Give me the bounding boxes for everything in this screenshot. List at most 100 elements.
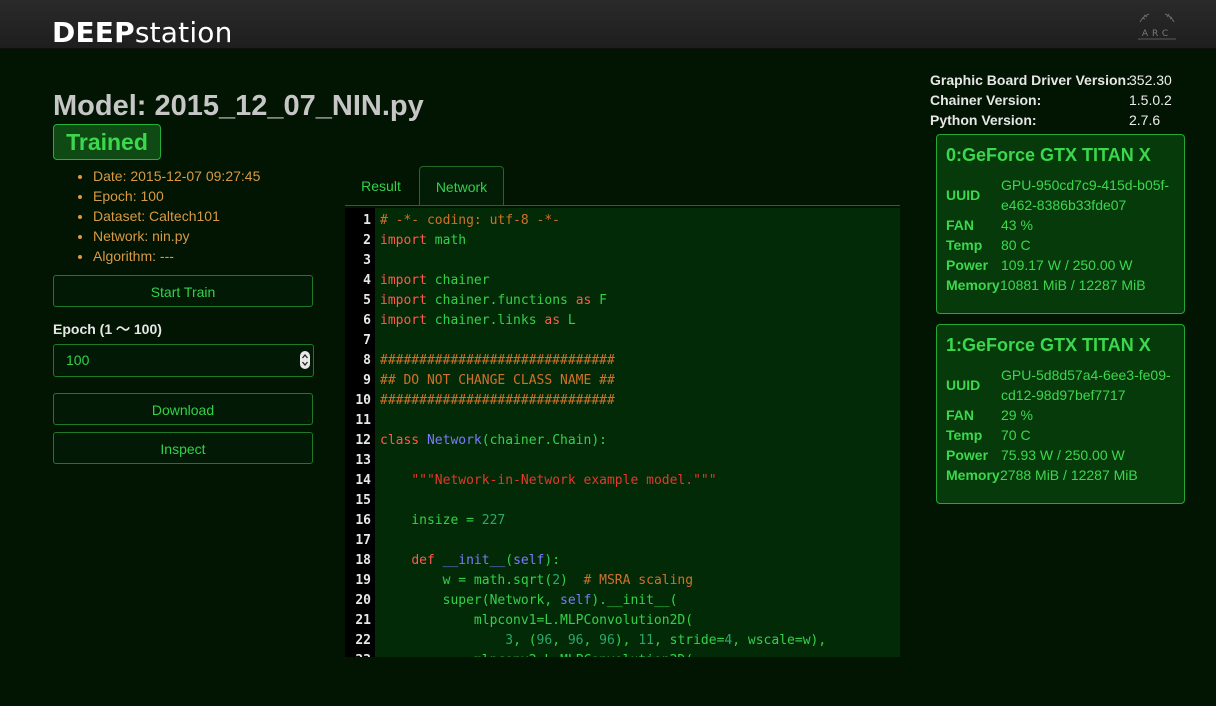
gpu-uuid-value: GPU-5d8d57a4-6ee3-fe09-cd12-98d97bef7717 bbox=[1001, 367, 1171, 403]
code-line: 9 ## DO NOT CHANGE CLASS NAME ## bbox=[345, 371, 900, 391]
line-number: 1 bbox=[363, 213, 371, 228]
code-token-number: 96 bbox=[599, 633, 615, 648]
code-line: 14 """Network-in-Network example model."… bbox=[345, 471, 900, 491]
gpu-uuid-row: UUID GPU-950cd7c9-415d-b05f-e462-8386b33… bbox=[946, 175, 1178, 215]
driver-version-row: Graphic Board Driver Version: 352.30 bbox=[930, 70, 1190, 90]
gpu-fan-value: 29 % bbox=[1001, 407, 1033, 423]
code-line: 23 mlpconv2=L.MLPConvolution2D( bbox=[345, 651, 900, 657]
line-number: 20 bbox=[355, 593, 371, 608]
gpu-fan-value: 43 % bbox=[1001, 217, 1033, 233]
epoch-label: Epoch (1 〜 100) bbox=[53, 321, 162, 337]
code-token-plain: chainer bbox=[426, 273, 490, 288]
code-text: mlpconv1=L.MLPConvolution2D( bbox=[380, 611, 693, 631]
gpu-title: 0:GeForce GTX TITAN X bbox=[946, 145, 1151, 165]
line-number: 13 bbox=[355, 453, 371, 468]
code-token-number: 2 bbox=[552, 573, 561, 588]
line-number: 19 bbox=[355, 573, 371, 588]
tab-network[interactable]: Network bbox=[419, 166, 504, 206]
code-token-comment: # -*- coding: utf-8 -*- bbox=[380, 213, 561, 228]
line-number: 15 bbox=[355, 493, 371, 508]
page-title: Model: 2015_12_07_NIN.py bbox=[53, 90, 424, 122]
model-info-list: Date: 2015-12-07 09:27:45 Epoch: 100 Dat… bbox=[73, 166, 260, 266]
start-train-button[interactable]: Start Train bbox=[53, 275, 313, 307]
code-editor[interactable]: 1 # -*- coding: utf-8 -*- 2 import math 3 4 im… bbox=[345, 208, 900, 657]
code-token-keyword: import bbox=[380, 233, 427, 248]
code-line: 22 3, (96, 96, 96), 11, stride=4, wscale… bbox=[345, 631, 900, 651]
gpu-temp-label: Temp bbox=[946, 237, 983, 253]
line-number: 12 bbox=[355, 433, 371, 448]
status-badge: Trained bbox=[53, 124, 161, 160]
info-algorithm: Algorithm: --- bbox=[93, 246, 260, 266]
code-token-string: """Network-in-Network example model.""" bbox=[411, 473, 717, 488]
code-token-plain: chainer.functions bbox=[426, 293, 576, 308]
inspect-button[interactable]: Inspect bbox=[53, 432, 313, 464]
tab-divider bbox=[345, 205, 900, 206]
code-token-plain: (chainer.Chain): bbox=[481, 433, 607, 448]
python-version-label: Python Version: bbox=[930, 112, 1037, 128]
code-line: 18 def __init__(self): bbox=[345, 551, 900, 571]
code-line: 13 bbox=[345, 451, 900, 471]
code-line: 16 insize = 227 bbox=[345, 511, 900, 531]
spinner-arrows-icon[interactable] bbox=[300, 351, 310, 369]
info-epoch: Epoch: 100 bbox=[93, 186, 260, 206]
code-token-plain: ( bbox=[505, 553, 514, 568]
code-line: 8 ############################## bbox=[345, 351, 900, 371]
code-token-keyword: import bbox=[380, 273, 427, 288]
code-token-comment: ## DO NOT CHANGE CLASS NAME ## bbox=[380, 373, 615, 388]
code-token-keyword: as bbox=[544, 313, 561, 328]
tab-result[interactable]: Result bbox=[345, 166, 417, 206]
brand-bold: DEEP bbox=[52, 16, 135, 49]
gpu-memory-label: Memory bbox=[946, 467, 1000, 483]
code-token-class: Network bbox=[426, 433, 482, 448]
code-line: 2 import math bbox=[345, 231, 900, 251]
gpu-fan-label: FAN bbox=[946, 217, 974, 233]
epoch-input[interactable]: 100 bbox=[53, 344, 314, 377]
code-token-class: __init__ bbox=[442, 553, 506, 568]
code-text: insize = 227 bbox=[380, 511, 505, 531]
gpu-title: 1:GeForce GTX TITAN X bbox=[946, 335, 1151, 355]
code-token-plain: , bbox=[583, 633, 600, 648]
code-token-plain: ) bbox=[560, 573, 584, 588]
code-token-keyword: def bbox=[411, 553, 435, 568]
download-button[interactable]: Download bbox=[53, 393, 313, 425]
code-line: 12 class Network(chainer.Chain): bbox=[345, 431, 900, 451]
code-token-keyword: class bbox=[380, 433, 420, 448]
line-number: 22 bbox=[355, 633, 371, 648]
code-token-class: self bbox=[513, 553, 545, 568]
line-number: 8 bbox=[363, 353, 371, 368]
code-text: ############################## bbox=[380, 391, 615, 411]
code-line: 21 mlpconv1=L.MLPConvolution2D( bbox=[345, 611, 900, 631]
gpu-memory-value: 2788 MiB / 12287 MiB bbox=[1000, 467, 1138, 483]
code-token-number: 96 bbox=[567, 633, 584, 648]
code-token-plain: math bbox=[426, 233, 467, 248]
code-token-plain: w = math.sqrt( bbox=[380, 573, 553, 588]
line-number: 23 bbox=[345, 651, 371, 657]
brand-logo[interactable]: DEEPstation bbox=[52, 16, 233, 50]
code-line: 3 bbox=[345, 251, 900, 271]
gpu-uuid-value: GPU-950cd7c9-415d-b05f-e462-8386b33fde07 bbox=[1001, 177, 1170, 213]
code-text: ## DO NOT CHANGE CLASS NAME ## bbox=[380, 371, 615, 391]
code-text: w = math.sqrt(2) # MSRA scaling bbox=[380, 571, 693, 591]
code-text: # -*- coding: utf-8 -*- bbox=[380, 211, 560, 231]
code-token-plain: ): bbox=[544, 553, 561, 568]
line-number: 17 bbox=[355, 533, 371, 548]
gpu-uuid-label: UUID bbox=[946, 377, 981, 393]
line-number: 18 bbox=[355, 553, 371, 568]
code-line: 17 bbox=[345, 531, 900, 551]
code-line: 5 import chainer.functions as F bbox=[345, 291, 900, 311]
driver-version-label: Graphic Board Driver Version: bbox=[930, 72, 1131, 88]
gpu-uuid-label: UUID bbox=[946, 187, 981, 203]
code-line: 20 super(Network, self).__init__( bbox=[345, 591, 900, 611]
code-line: 10 ############################## bbox=[345, 391, 900, 411]
code-token-plain: mlpconv1=L.MLPConvolution2D( bbox=[380, 613, 694, 628]
code-token-plain: L bbox=[560, 313, 576, 328]
line-number: 9 bbox=[363, 373, 371, 388]
code-line: 19 w = math.sqrt(2) # MSRA scaling bbox=[345, 571, 900, 591]
python-version-row: Python Version: 2.7.6 bbox=[930, 110, 1190, 130]
line-number: 10 bbox=[355, 393, 371, 408]
code-text: class Network(chainer.Chain): bbox=[380, 431, 607, 451]
code-token-plain: , ( bbox=[513, 633, 537, 648]
code-token-number: 227 bbox=[481, 513, 506, 528]
epoch-input-value: 100 bbox=[66, 352, 90, 368]
